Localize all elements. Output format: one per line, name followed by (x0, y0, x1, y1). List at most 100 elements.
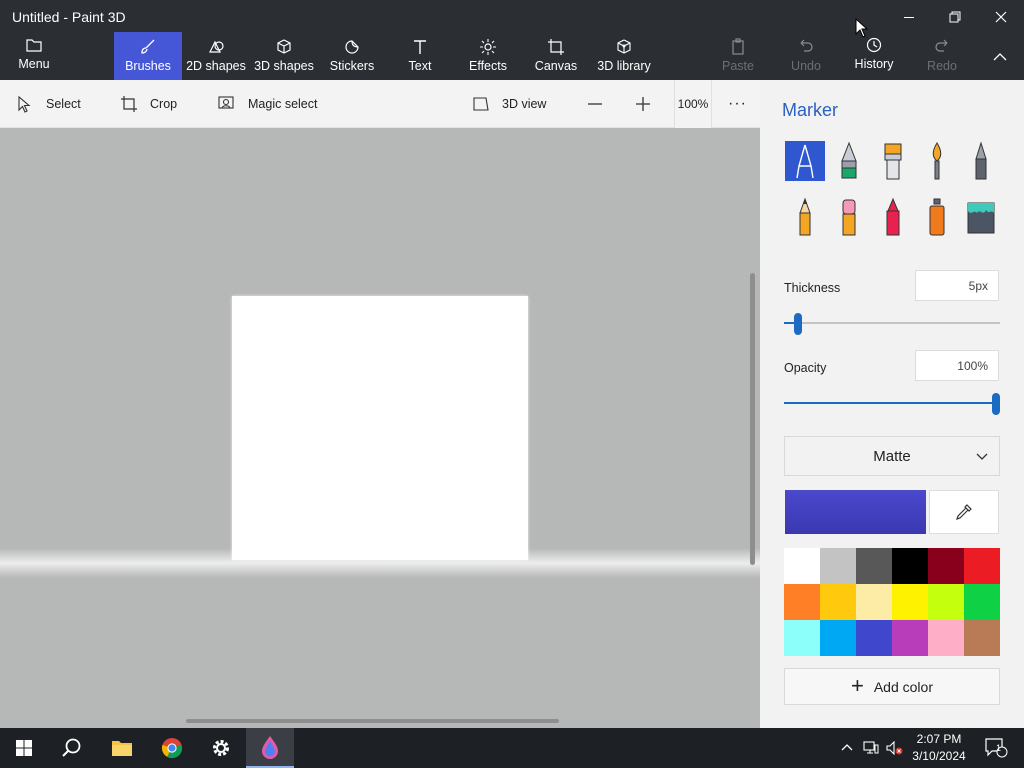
add-color-button[interactable]: + Add color (784, 668, 1000, 705)
opacity-input[interactable]: 100% (915, 350, 999, 381)
thickness-track (784, 322, 1000, 324)
2d-shapes-icon (209, 40, 224, 53)
notification-count: 1 (996, 743, 1002, 753)
action-center-button[interactable]: 1 (976, 728, 1016, 768)
brush-pencil[interactable] (785, 197, 825, 237)
horizontal-scrollbar[interactable] (186, 719, 559, 723)
watercolor-icon (932, 142, 942, 180)
select-tool[interactable]: Select (16, 80, 81, 128)
redo-button[interactable]: Redo (918, 32, 966, 80)
eyedropper-icon (956, 504, 972, 520)
brush-pixel-pen[interactable] (961, 141, 1001, 181)
undo-button[interactable]: Undo (782, 32, 830, 80)
pixel-pen-icon (975, 141, 987, 180)
color-swatch[interactable] (964, 584, 1000, 620)
color-swatch[interactable] (964, 620, 1000, 656)
chevron-up-icon (841, 744, 853, 751)
tab-effects[interactable]: Effects (464, 32, 512, 80)
crop-label: Crop (150, 97, 178, 111)
color-swatch[interactable] (964, 548, 1000, 584)
zoom-level[interactable]: 100% (674, 80, 712, 128)
tab-text[interactable]: Text (396, 32, 444, 80)
color-swatch[interactable] (928, 548, 964, 584)
3d-library-icon (617, 39, 631, 54)
zoom-in-button[interactable] (634, 80, 652, 128)
network-button[interactable] (860, 728, 882, 768)
canvas-workspace[interactable] (0, 128, 760, 728)
color-swatch[interactable] (892, 584, 928, 620)
chrome-button[interactable] (148, 728, 196, 768)
color-swatch[interactable] (928, 620, 964, 656)
tab-text-label: Text (408, 59, 432, 73)
brush-oil[interactable] (873, 141, 913, 181)
color-swatch[interactable] (784, 620, 820, 656)
more-options-button[interactable]: ··· (728, 80, 747, 128)
brush-fill[interactable] (961, 197, 1001, 237)
pointer-icon (18, 95, 31, 113)
pencil-icon (799, 197, 811, 236)
windows-logo-icon (16, 740, 32, 756)
brush-crayon[interactable] (873, 197, 913, 237)
vertical-scrollbar[interactable] (750, 273, 755, 565)
crop-tool[interactable]: Crop (120, 80, 177, 128)
sticker-icon (345, 40, 359, 54)
paint3d-taskbar-button[interactable] (246, 728, 294, 768)
magic-select-label: Magic select (248, 97, 318, 111)
brush-watercolor[interactable] (917, 141, 957, 181)
color-swatch[interactable] (928, 584, 964, 620)
canvas-icon (548, 39, 564, 55)
menu-button[interactable]: Menu (8, 30, 60, 78)
color-swatch[interactable] (784, 584, 820, 620)
clock-time: 2:07 PM (916, 732, 962, 746)
current-color-swatch[interactable] (785, 490, 926, 534)
tab-stickers[interactable]: Stickers (326, 32, 378, 80)
tab-brushes[interactable]: Brushes (114, 32, 182, 80)
tab-3d-library[interactable]: 3D library (596, 32, 652, 80)
history-label: History (854, 57, 894, 71)
thickness-input[interactable]: 5px (915, 270, 999, 301)
color-swatch[interactable] (784, 548, 820, 584)
crayon-icon (886, 197, 900, 236)
color-swatch[interactable] (856, 620, 892, 656)
window-title: Untitled - Paint 3D (12, 9, 126, 25)
drawing-canvas[interactable] (232, 296, 528, 560)
settings-button[interactable] (197, 728, 245, 768)
3d-view-toggle[interactable]: 3D view (472, 80, 546, 128)
opacity-slider[interactable] (784, 393, 1000, 415)
panel-title: Marker (782, 100, 839, 120)
minimize-button[interactable] (886, 6, 932, 28)
tools-toolbar: Select Crop Magic select 3D view 100% ··… (0, 80, 760, 128)
eyedropper-button[interactable] (929, 490, 999, 534)
zoom-out-button[interactable] (586, 80, 604, 128)
close-button[interactable] (978, 6, 1024, 28)
restore-button[interactable] (932, 6, 978, 28)
tab-canvas[interactable]: Canvas (532, 32, 580, 80)
volume-button[interactable] (884, 728, 906, 768)
color-swatch[interactable] (820, 548, 856, 584)
show-hidden-icons-button[interactable] (836, 728, 858, 768)
thickness-thumb[interactable] (794, 313, 802, 335)
color-swatch[interactable] (820, 584, 856, 620)
brush-marker[interactable] (785, 141, 825, 181)
file-explorer-button[interactable] (98, 728, 146, 768)
brush-spray-can[interactable] (917, 197, 957, 237)
start-button[interactable] (0, 728, 48, 768)
eraser-icon (842, 199, 856, 236)
tab-3d-shapes[interactable]: 3D shapes (254, 32, 314, 80)
magic-select-tool[interactable]: Magic select (218, 80, 317, 128)
brush-calligraphy-pen[interactable] (829, 141, 869, 181)
opacity-thumb[interactable] (992, 393, 1000, 415)
tab-2d-shapes[interactable]: 2D shapes (186, 32, 246, 80)
paste-button[interactable]: Paste (714, 32, 762, 80)
color-swatch[interactable] (820, 620, 856, 656)
search-button[interactable] (48, 728, 96, 768)
finish-dropdown[interactable]: Matte (784, 436, 1000, 476)
color-swatch[interactable] (856, 584, 892, 620)
color-swatch[interactable] (892, 548, 928, 584)
color-swatch[interactable] (892, 620, 928, 656)
thickness-slider[interactable] (784, 313, 1000, 335)
tab-3d-shapes-label: 3D shapes (254, 59, 314, 73)
color-swatch[interactable] (856, 548, 892, 584)
system-clock[interactable]: 2:07 PM 3/10/2024 (907, 731, 971, 765)
brush-eraser[interactable] (829, 197, 869, 237)
